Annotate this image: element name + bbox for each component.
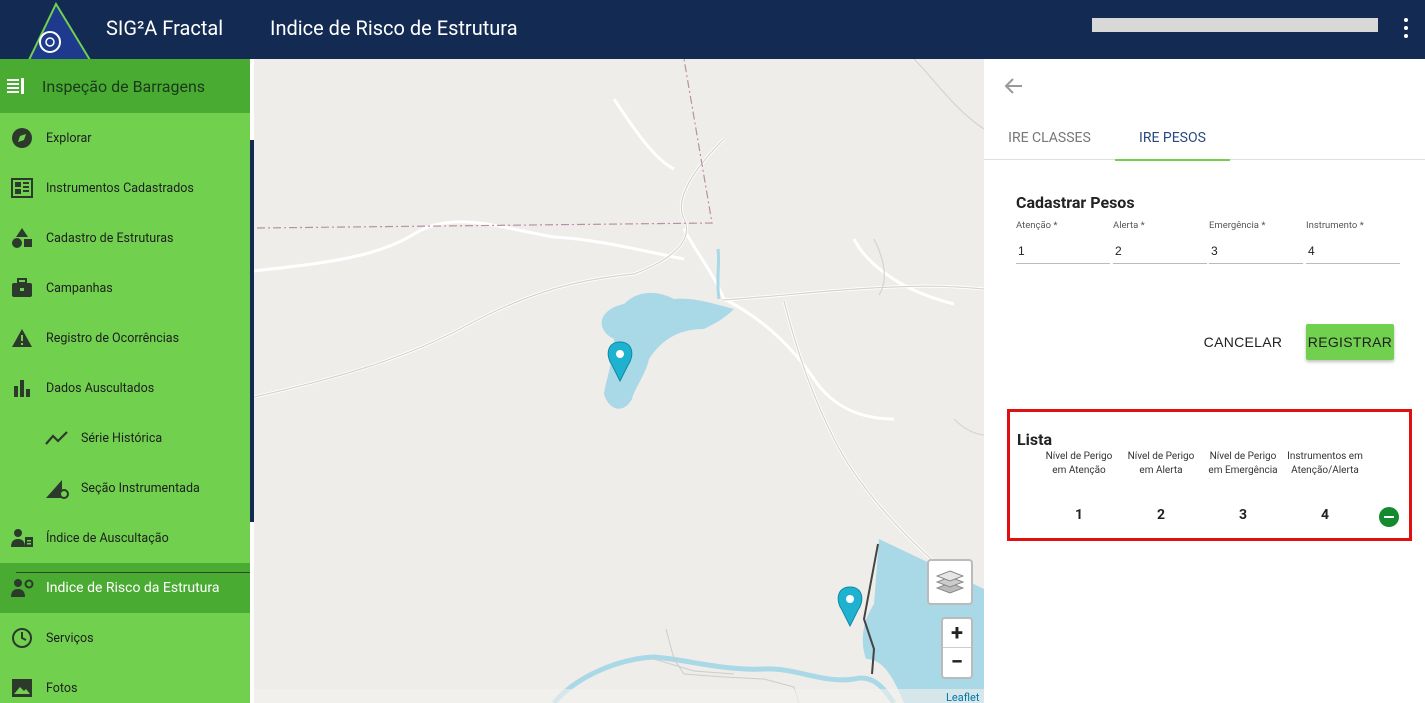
section-gear-icon	[45, 476, 69, 500]
sidebar-item-serie-historica[interactable]: Série Histórica	[0, 413, 250, 463]
clock-icon	[10, 626, 34, 650]
layers-control-button[interactable]	[927, 559, 973, 605]
image-icon	[10, 676, 34, 700]
warning-icon	[10, 326, 34, 350]
sidebar-item-dados-auscultados[interactable]: Dados Auscultados	[0, 363, 250, 413]
emergencia-input[interactable]	[1209, 240, 1303, 264]
sidebar-item-ocorrencias[interactable]: Registro de Ocorrências	[0, 313, 250, 363]
zoom-out-button[interactable]: −	[943, 648, 971, 677]
weights-list: Lista Nível de Perigo em Atenção Nível d…	[1007, 409, 1412, 541]
sidebar-section-header[interactable]: Inspeção de Barragens	[0, 59, 250, 113]
map-marker-icon	[837, 586, 863, 628]
sidebar-item-campanhas[interactable]: Campanhas	[0, 263, 250, 313]
form-title: Cadastrar Pesos	[1016, 193, 1135, 212]
more-options-icon[interactable]	[1398, 16, 1414, 40]
cancel-button[interactable]: CANCELAR	[1200, 325, 1286, 359]
map-view[interactable]: + − Leaflet	[254, 59, 984, 703]
map-tiles	[254, 59, 984, 703]
tab-bar: IRE CLASSES IRE PESOS	[984, 115, 1425, 161]
layers-icon	[936, 570, 964, 594]
sidebar-item-servicos[interactable]: Serviços	[0, 613, 250, 663]
sidebar-item-explorar[interactable]: Explorar	[0, 113, 250, 163]
instrumento-label: Instrumento *	[1306, 220, 1364, 231]
briefcase-icon	[10, 276, 34, 300]
tab-ire-classes[interactable]: IRE CLASSES	[984, 115, 1115, 160]
dashboard-icon	[10, 176, 34, 200]
sidebar-section-title: Inspeção de Barragens	[42, 76, 206, 96]
remove-row-icon[interactable]	[1379, 507, 1399, 527]
worker-icon	[10, 526, 34, 550]
app-logo-icon	[26, 2, 92, 64]
back-arrow-icon[interactable]	[1002, 75, 1024, 97]
page-title: Indice de Risco de Estrutura	[270, 16, 518, 40]
list-header-alerta: Nível de Perigo em Alerta	[1127, 451, 1195, 476]
tab-ire-pesos[interactable]: IRE PESOS	[1115, 115, 1230, 161]
list-cell-alerta: 2	[1156, 507, 1166, 523]
alerta-input[interactable]	[1113, 240, 1207, 264]
compass-icon	[10, 126, 34, 150]
sidebar-item-instrumentos[interactable]: Instrumentos Cadastrados	[0, 163, 250, 213]
list-cell-atencao: 1	[1074, 507, 1084, 523]
bar-chart-icon	[10, 376, 34, 400]
atencao-label: Atenção *	[1016, 220, 1058, 231]
atencao-field: Atenção *	[1016, 220, 1110, 264]
emergencia-label: Emergência *	[1209, 220, 1266, 231]
sidebar-item-indice-auscultacao[interactable]: Índice de Auscultação	[0, 513, 250, 563]
leaflet-attribution-link[interactable]: Leaflet	[946, 691, 979, 703]
top-app-bar: SIG²A Fractal Indice de Risco de Estrutu…	[0, 0, 1425, 64]
zoom-in-button[interactable]: +	[943, 619, 971, 648]
trend-icon	[45, 426, 69, 450]
sidebar-divider	[16, 572, 250, 573]
zoom-control: + −	[941, 617, 973, 679]
register-button[interactable]: REGISTRAR	[1306, 324, 1394, 360]
sidebar-item-cadastro-estruturas[interactable]: Cadastro de Estruturas	[0, 213, 250, 263]
instrumento-field: Instrumento *	[1306, 220, 1400, 264]
app-name: SIG²A Fractal	[106, 16, 224, 40]
list-header-instrumentos: Instrumentos em Atenção/Alerta	[1287, 451, 1363, 476]
list-header-atencao: Nível de Perigo em Atenção	[1045, 451, 1113, 476]
alerta-label: Alerta *	[1113, 220, 1145, 231]
sidebar: Inspeção de Barragens Explorar Instrumen…	[0, 59, 250, 703]
worker-gear-icon	[10, 576, 34, 600]
details-panel: IRE CLASSES IRE PESOS Cadastrar Pesos At…	[984, 59, 1425, 703]
sidebar-item-indice-risco[interactable]: Indice de Risco da Estrutura	[0, 563, 250, 613]
emergencia-field: Emergência *	[1209, 220, 1303, 264]
atencao-input[interactable]	[1016, 240, 1110, 264]
instrumento-input[interactable]	[1306, 240, 1400, 264]
user-name-redacted	[1092, 18, 1378, 32]
list-align-icon	[7, 78, 24, 94]
list-header-emergencia: Nível de Perigo em Emergência	[1208, 451, 1278, 476]
list-cell-emergencia: 3	[1238, 507, 1248, 523]
list-cell-instrumentos: 4	[1320, 507, 1330, 523]
list-title: Lista	[1017, 430, 1053, 449]
sidebar-item-fotos[interactable]: Fotos	[0, 663, 250, 703]
sidebar-item-secao-instrumentada[interactable]: Seção Instrumentada	[0, 463, 250, 513]
alerta-field: Alerta *	[1113, 220, 1207, 264]
shapes-icon	[10, 226, 34, 250]
